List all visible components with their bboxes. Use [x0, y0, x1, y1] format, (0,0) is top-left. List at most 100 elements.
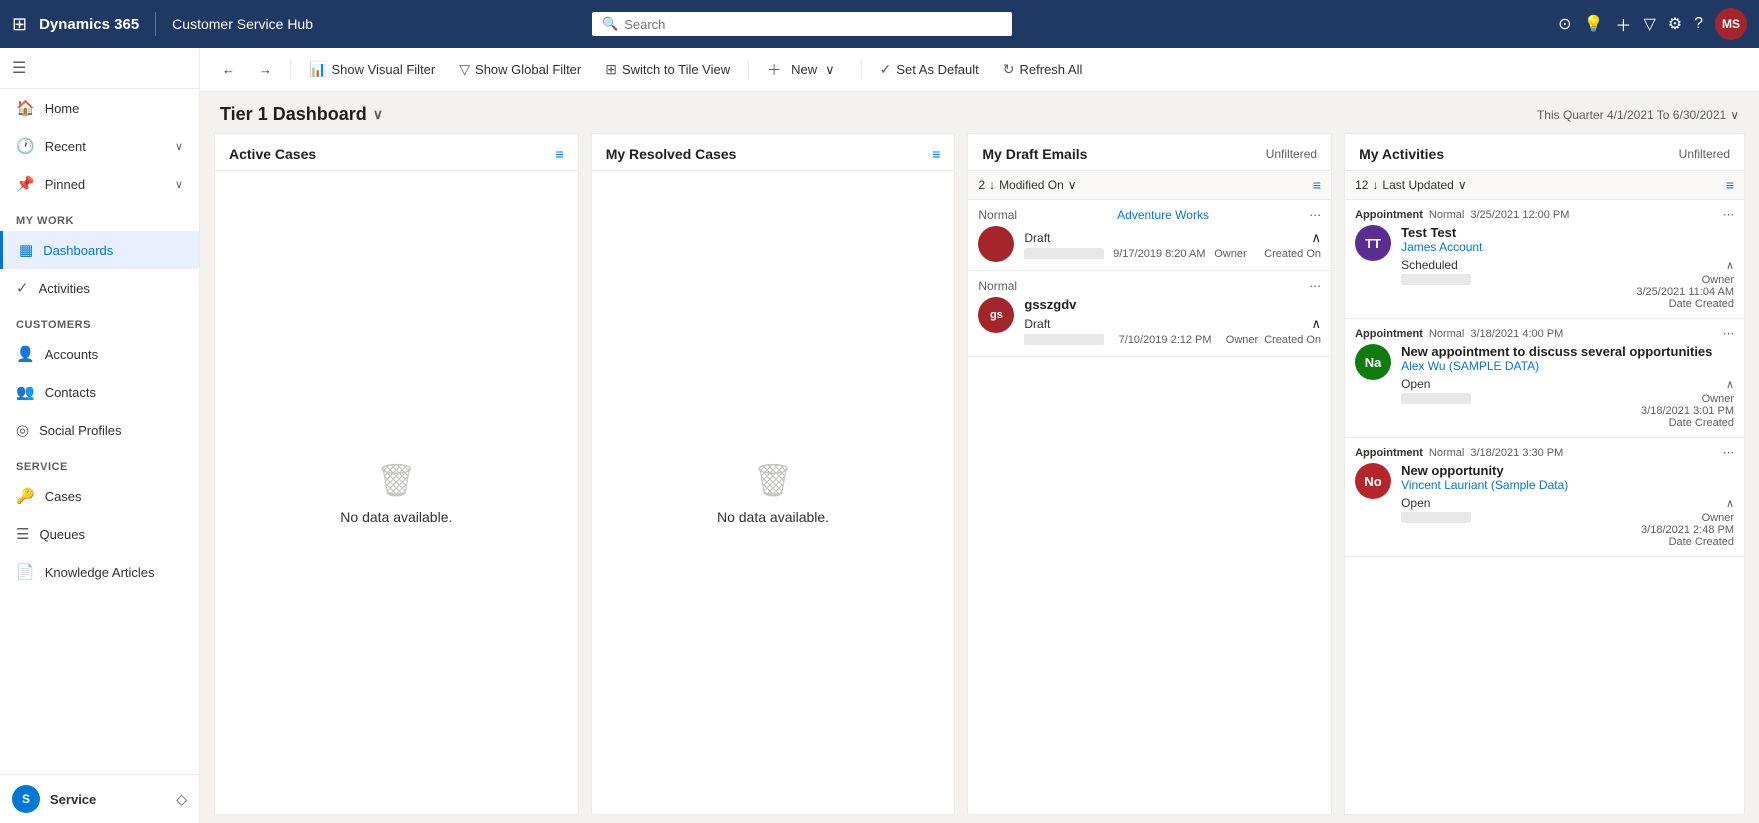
sidebar-item-cases[interactable]: 🔑 Cases: [0, 477, 199, 515]
sidebar-item-recent[interactable]: 🕐 Recent ∨: [0, 127, 199, 165]
show-global-filter-label: Show Global Filter: [475, 62, 581, 77]
sidebar-item-accounts[interactable]: 👤 Accounts: [0, 335, 199, 373]
forward-button[interactable]: →: [249, 56, 282, 83]
new-label: New: [781, 56, 821, 83]
draft-sender: gsszgdv: [1024, 297, 1076, 312]
sidebar-item-home[interactable]: 🏠 Home: [0, 89, 199, 127]
activity-account[interactable]: James Account: [1401, 240, 1734, 254]
sidebar-item-label: Home: [45, 101, 80, 116]
draft-info: Draft ∧ 9/17/2019 8:20 AM Owner Created …: [1024, 226, 1321, 262]
waffle-icon[interactable]: ⊞: [12, 14, 27, 35]
panel-list-icon[interactable]: ≡: [1313, 177, 1321, 193]
activity-status-row: Scheduled ∧: [1401, 258, 1734, 272]
bar-chart-icon: 📊: [309, 61, 326, 78]
draft-date: 9/17/2019 8:20 AM: [1113, 248, 1205, 262]
user-avatar[interactable]: MS: [1715, 8, 1747, 40]
switch-to-tile-button[interactable]: ⊞ Switch to Tile View: [595, 55, 740, 84]
sort-field: Modified On: [999, 178, 1064, 192]
dashboard-title[interactable]: Tier 1 Dashboard ∨: [220, 104, 383, 125]
recent-icon: 🕐: [16, 137, 35, 155]
activity-priority: Normal: [1429, 328, 1464, 340]
sidebar-item-dashboards[interactable]: ▦ Dashboards: [0, 231, 199, 269]
add-icon[interactable]: ＋: [1615, 12, 1631, 36]
top-nav-icons: ⊙ 💡 ＋ ▽ ⚙ ? MS: [1558, 8, 1747, 40]
search-box[interactable]: 🔍: [592, 12, 1012, 36]
pin-icon: 📌: [16, 175, 35, 193]
panel-list-icon[interactable]: ≡: [932, 146, 940, 162]
activity-type: Appointment: [1355, 328, 1423, 340]
set-as-default-label: Set As Default: [896, 62, 978, 77]
activity-type: Appointment: [1355, 447, 1423, 459]
draft-status-row: Draft ∧: [1024, 230, 1321, 246]
sort-chevron-icon: ∨: [1458, 178, 1467, 192]
draft-avatar: gs: [978, 297, 1014, 333]
set-as-default-button[interactable]: ✓ Set As Default: [870, 55, 989, 84]
sidebar-toggle[interactable]: ☰: [0, 48, 199, 89]
draft-dates: 7/10/2019 2:12 PM Owner Created On: [1024, 334, 1321, 348]
activity-more-icon[interactable]: ⋯: [1723, 446, 1734, 459]
sidebar-item-label: Cases: [45, 489, 82, 504]
new-button[interactable]: ＋ New ∨: [757, 50, 853, 90]
my-draft-emails-title: My Draft Emails: [982, 146, 1087, 162]
sidebar-item-queues[interactable]: ☰ Queues: [0, 515, 199, 553]
no-data-icon: 🗑: [376, 461, 417, 499]
expand-icon: ∨: [175, 140, 183, 153]
activity-account[interactable]: Vincent Lauriant (Sample Data): [1401, 478, 1734, 492]
lightbulb-icon[interactable]: 💡: [1584, 14, 1604, 34]
social-icon: ◎: [16, 421, 29, 439]
activity-more-icon[interactable]: ⋯: [1723, 327, 1734, 340]
draft-dates: 9/17/2019 8:20 AM Owner Created On: [1024, 248, 1321, 262]
back-button[interactable]: ←: [212, 56, 245, 83]
sidebar-footer-avatar: S: [12, 785, 40, 813]
draft-body: gs gsszgdv Draft ∧ 7/10/201: [978, 297, 1321, 348]
filter-icon: ▽: [459, 61, 470, 78]
draft-more-icon[interactable]: ⋯: [1309, 208, 1321, 222]
toolbar-separator: [748, 60, 749, 80]
sidebar-item-social-profiles[interactable]: ◎ Social Profiles: [0, 411, 199, 449]
activity-status-row: Open ∧: [1401, 377, 1734, 391]
contacts-icon: 👥: [16, 383, 35, 401]
draft-account[interactable]: Adventure Works: [1117, 208, 1209, 222]
draft-emails-toolbar: 2 ↓ Modified On ∨ ≡: [968, 171, 1331, 200]
sidebar-item-pinned[interactable]: 📌 Pinned ∨: [0, 165, 199, 203]
refresh-icon: ↻: [1003, 61, 1015, 78]
activity-name: Test Test: [1401, 225, 1734, 240]
section-my-work: My Work: [0, 203, 199, 231]
check-circle-icon[interactable]: ⊙: [1558, 14, 1571, 34]
draft-status-row: Draft ∧: [1024, 316, 1321, 332]
show-visual-filter-button[interactable]: 📊 Show Visual Filter: [299, 55, 445, 84]
switch-to-tile-label: Switch to Tile View: [622, 62, 730, 77]
accounts-icon: 👤: [16, 345, 35, 363]
panel-list-icon[interactable]: ≡: [1726, 177, 1734, 193]
sidebar-item-activities[interactable]: ✓ Activities: [0, 269, 199, 307]
sidebar-item-contacts[interactable]: 👥 Contacts: [0, 373, 199, 411]
activity-account[interactable]: Alex Wu (SAMPLE DATA): [1401, 359, 1734, 373]
new-chevron-icon[interactable]: ∨: [821, 56, 843, 84]
draft-priority: Normal: [978, 208, 1017, 222]
help-icon[interactable]: ?: [1694, 15, 1703, 33]
blurred-field: [1401, 393, 1471, 429]
settings-icon[interactable]: ⚙: [1668, 14, 1682, 34]
my-draft-emails-header: My Draft Emails Unfiltered: [968, 134, 1331, 171]
my-activities-title: My Activities: [1359, 146, 1444, 162]
activities-list: Appointment Normal 3/25/2021 12:00 PM ⋯ …: [1345, 200, 1744, 814]
activity-more-icon[interactable]: ⋯: [1723, 208, 1734, 221]
sidebar-item-label: Accounts: [45, 347, 98, 362]
activity-owner-label: Owner: [1702, 512, 1734, 524]
search-input[interactable]: [624, 17, 1002, 32]
filter-icon[interactable]: ▽: [1643, 14, 1655, 34]
refresh-all-button[interactable]: ↻ Refresh All: [993, 55, 1093, 84]
sort-field: Last Updated: [1382, 178, 1453, 192]
dashboard-date-range: This Quarter 4/1/2021 To 6/30/2021 ∨: [1537, 108, 1739, 122]
dashboard-title-chevron-icon: ∨: [373, 106, 383, 123]
show-global-filter-button[interactable]: ▽ Show Global Filter: [449, 55, 591, 84]
panel-list-icon[interactable]: ≡: [556, 146, 564, 162]
activity-meta-left: Appointment Normal 3/18/2021 4:00 PM: [1355, 328, 1563, 340]
draft-more-icon[interactable]: ⋯: [1309, 279, 1321, 293]
sort-button[interactable]: 12 ↓ Last Updated ∨: [1355, 178, 1467, 192]
activity-info: Test Test James Account Scheduled ∧: [1401, 225, 1734, 310]
sort-button[interactable]: 2 ↓ Modified On ∨: [978, 178, 1076, 192]
sidebar-item-knowledge-articles[interactable]: 📄 Knowledge Articles: [0, 553, 199, 591]
activity-meta: Appointment Normal 3/18/2021 4:00 PM ⋯: [1355, 327, 1734, 340]
dashboard-area: Tier 1 Dashboard ∨ This Quarter 4/1/2021…: [200, 92, 1759, 823]
